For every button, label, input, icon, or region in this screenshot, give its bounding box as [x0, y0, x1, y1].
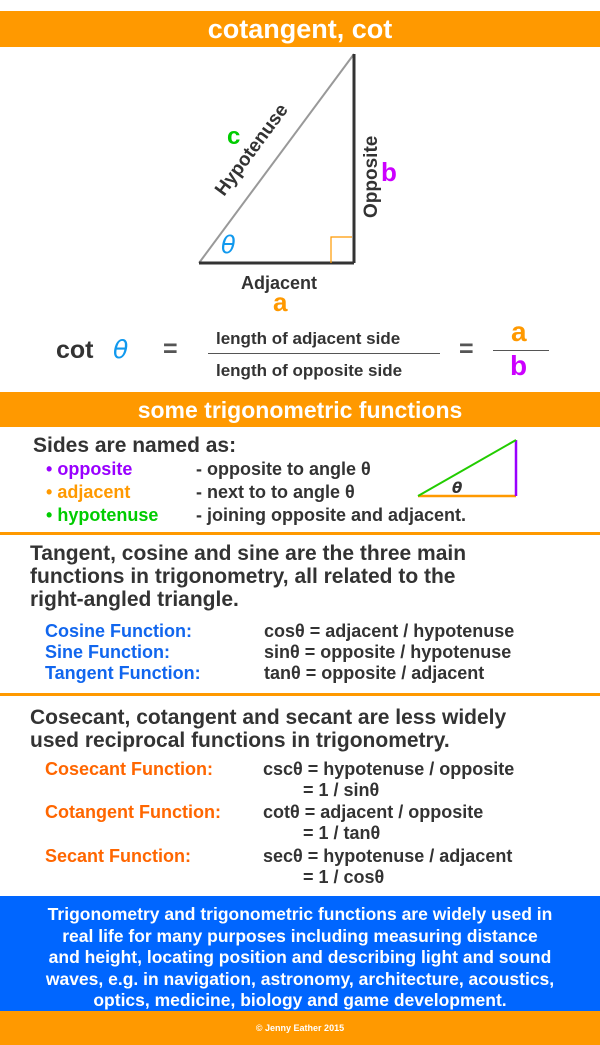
- main-functions-intro: Tangent, cosine and sine are the three m…: [30, 542, 590, 611]
- bullet: •: [46, 505, 53, 525]
- side-item-hypotenuse: • hypotenuse - joining opposite and adjac…: [46, 504, 466, 526]
- function-row-sine: Sine Function: sinθ = opposite / hypotenu…: [45, 642, 511, 663]
- formula-letter-a: a: [511, 316, 527, 347]
- formula-fn: cot: [56, 336, 94, 364]
- function-row-cosine: Cosine Function: cosθ = adjacent / hypote…: [45, 621, 514, 642]
- function-row-cosecant: Cosecant Function: cscθ = hypotenuse / op…: [45, 759, 514, 801]
- divider: [0, 693, 600, 696]
- info-box: Trigonometry and trigonometric functions…: [0, 896, 600, 1011]
- info-line: Trigonometry and trigonometric functions…: [47, 904, 553, 924]
- side-name: adjacent: [57, 482, 131, 502]
- intro-line: right-angled triangle.: [30, 588, 239, 611]
- mini-theta: θ: [452, 479, 462, 497]
- function-formula: tanθ = opposite / adjacent: [264, 663, 485, 683]
- hypotenuse-label: Hypotenuse: [211, 100, 293, 200]
- adjacent-letter: a: [273, 287, 288, 317]
- hypotenuse-letter: c: [227, 123, 240, 150]
- intro-line: Cosecant, cotangent and secant are less …: [30, 706, 507, 729]
- function-formula: secθ = hypotenuse / adjacent: [263, 846, 513, 866]
- right-angle-marker: [330, 236, 352, 263]
- function-formula: cosθ = adjacent / hypotenuse: [264, 621, 515, 641]
- function-label: Tangent Function:: [45, 663, 201, 683]
- intro-line: used reciprocal functions in trigonometr…: [30, 729, 450, 752]
- function-label: Cosine Function:: [45, 621, 192, 641]
- info-line: waves, e.g. in navigation, astronomy, ar…: [45, 968, 555, 989]
- function-formula: cotθ = adjacent / opposite: [263, 802, 484, 822]
- info-line: and height, locating position and descri…: [48, 947, 552, 967]
- intro-line: Tangent, cosine and sine are the three m…: [30, 542, 467, 565]
- function-label: Cosecant Function:: [45, 759, 214, 779]
- sides-heading: Sides are named as:: [33, 434, 237, 457]
- mini-triangle: θ: [417, 439, 518, 498]
- function-alt: = 1 / tanθ: [303, 823, 381, 843]
- function-row-secant: Secant Function: secθ = hypotenuse / adja…: [45, 846, 512, 888]
- divider: [0, 532, 600, 535]
- formula-numerator: length of adjacent side: [216, 329, 401, 348]
- copyright: © Jenny Eather 2015: [255, 1023, 345, 1033]
- function-label: Cotangent Function:: [45, 802, 221, 822]
- function-label: Sine Function:: [45, 642, 170, 662]
- side-item-opposite: • opposite - opposite to angle θ: [46, 458, 371, 480]
- info-line: optics, medicine, biology and game devel…: [93, 990, 507, 1010]
- side-name: hypotenuse: [57, 505, 159, 525]
- footer: © Jenny Eather 2015: [0, 1011, 600, 1045]
- intro-line: functions in trigonometry, all related t…: [30, 565, 456, 588]
- function-row-cotangent: Cotangent Function: cotθ = adjacent / opp…: [45, 802, 483, 844]
- formula-letter-b: b: [510, 350, 528, 381]
- info-line: real life for many purposes including me…: [62, 925, 538, 946]
- formula-denominator: length of opposite side: [216, 361, 403, 380]
- function-alt: = 1 / sinθ: [303, 780, 380, 800]
- opposite-letter: b: [381, 157, 397, 187]
- section-banner: some trigonometric functions: [0, 394, 600, 427]
- function-row-tangent: Tangent Function: tanθ = opposite / adjac…: [45, 663, 484, 684]
- side-desc: - joining opposite and adjacent.: [196, 505, 467, 525]
- function-label: Secant Function:: [45, 846, 192, 866]
- bullet: •: [46, 459, 53, 479]
- bullet: •: [46, 482, 53, 502]
- opposite-label: Opposite: [361, 136, 382, 218]
- angle-theta: θ: [221, 231, 236, 259]
- mini-hypotenuse: [417, 439, 517, 497]
- function-formula: cscθ = hypotenuse / opposite: [263, 759, 515, 779]
- section-title: some trigonometric functions: [137, 397, 463, 423]
- side-item-adjacent: • adjacent - next to to angle θ: [46, 481, 355, 503]
- function-formula: sinθ = opposite / hypotenuse: [264, 642, 512, 662]
- triangle-diagram: Hypotenuse c Opposite b θ Adjacent a: [198, 53, 397, 317]
- side-name: opposite: [57, 459, 133, 479]
- formula-theta: θ: [113, 335, 129, 364]
- side-desc: - opposite to angle θ: [196, 459, 371, 479]
- side-desc: - next to to angle θ: [196, 482, 355, 502]
- formula-equals-2: =: [459, 335, 474, 363]
- fraction-bar: [208, 353, 440, 354]
- function-alt: = 1 / cosθ: [303, 867, 385, 887]
- formula-equals: =: [163, 335, 178, 363]
- reciprocal-functions-intro: Cosecant, cotangent and secant are less …: [30, 706, 590, 752]
